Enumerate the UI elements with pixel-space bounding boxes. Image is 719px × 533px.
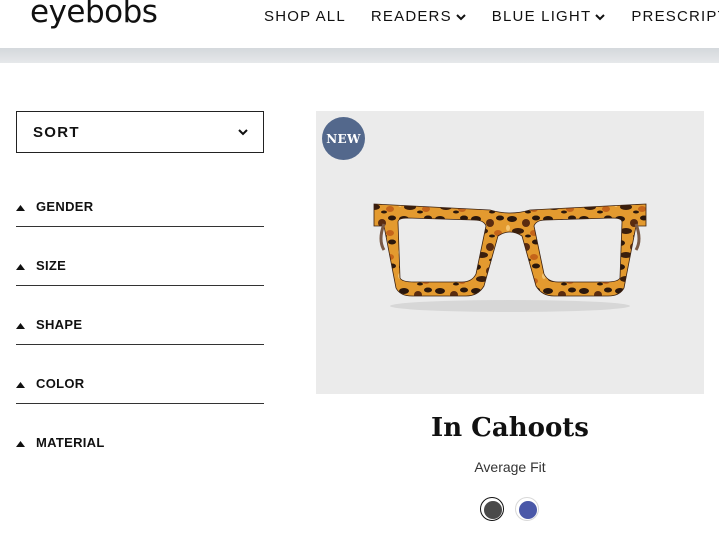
caret-up-icon: [16, 441, 25, 447]
nav-prescription[interactable]: PRESCRIPT: [631, 8, 719, 25]
header-divider: [0, 48, 719, 63]
site-header: eyebobs SHOP ALL READERS BLUE LIGHT PRES…: [0, 0, 719, 48]
new-badge: NEW: [322, 117, 365, 160]
filter-color[interactable]: COLOR: [16, 371, 264, 430]
product-fit: Average Fit: [474, 459, 546, 475]
filter-label: SHAPE: [36, 317, 83, 332]
chevron-down-icon: [595, 13, 606, 20]
eyeglasses-image: [373, 203, 647, 312]
sort-label: SORT: [33, 124, 80, 141]
nav-label: PRESCRIPT: [631, 8, 719, 25]
nav-label: SHOP ALL: [264, 8, 346, 25]
divider: [16, 403, 264, 404]
divider: [16, 344, 264, 345]
site-logo[interactable]: eyebobs: [30, 0, 158, 30]
divider: [16, 226, 264, 227]
chevron-down-icon: [238, 129, 248, 136]
product-name[interactable]: In Cahoots: [316, 413, 704, 443]
nav-readers[interactable]: READERS: [371, 8, 467, 25]
nav-shop-all[interactable]: SHOP ALL: [264, 8, 346, 25]
nav-label: BLUE LIGHT: [491, 8, 592, 25]
caret-up-icon: [16, 264, 25, 270]
chevron-down-icon: [456, 13, 466, 20]
swatch-color: [519, 501, 537, 519]
filter-label: MATERIAL: [36, 435, 105, 450]
main-nav: SHOP ALL READERS BLUE LIGHT PRESCRIPT: [264, 8, 719, 25]
caret-up-icon: [16, 323, 25, 329]
filter-gender[interactable]: GENDER: [16, 194, 264, 253]
nav-blue-light[interactable]: BLUE LIGHT: [492, 8, 607, 25]
filter-label: GENDER: [36, 199, 94, 214]
sort-dropdown[interactable]: SORT: [16, 111, 264, 153]
filter-material[interactable]: MATERIAL: [16, 430, 264, 489]
filter-label: COLOR: [36, 376, 85, 391]
color-swatch-blue[interactable]: [515, 497, 539, 521]
divider: [16, 285, 264, 286]
color-swatch-dark[interactable]: [480, 497, 504, 521]
filter-shape[interactable]: SHAPE: [16, 312, 264, 371]
caret-up-icon: [16, 382, 25, 388]
filter-size[interactable]: SIZE: [16, 253, 264, 312]
swatch-color: [484, 501, 502, 519]
filter-label: SIZE: [36, 258, 67, 273]
caret-up-icon: [16, 205, 25, 211]
nav-label: READERS: [370, 8, 452, 25]
